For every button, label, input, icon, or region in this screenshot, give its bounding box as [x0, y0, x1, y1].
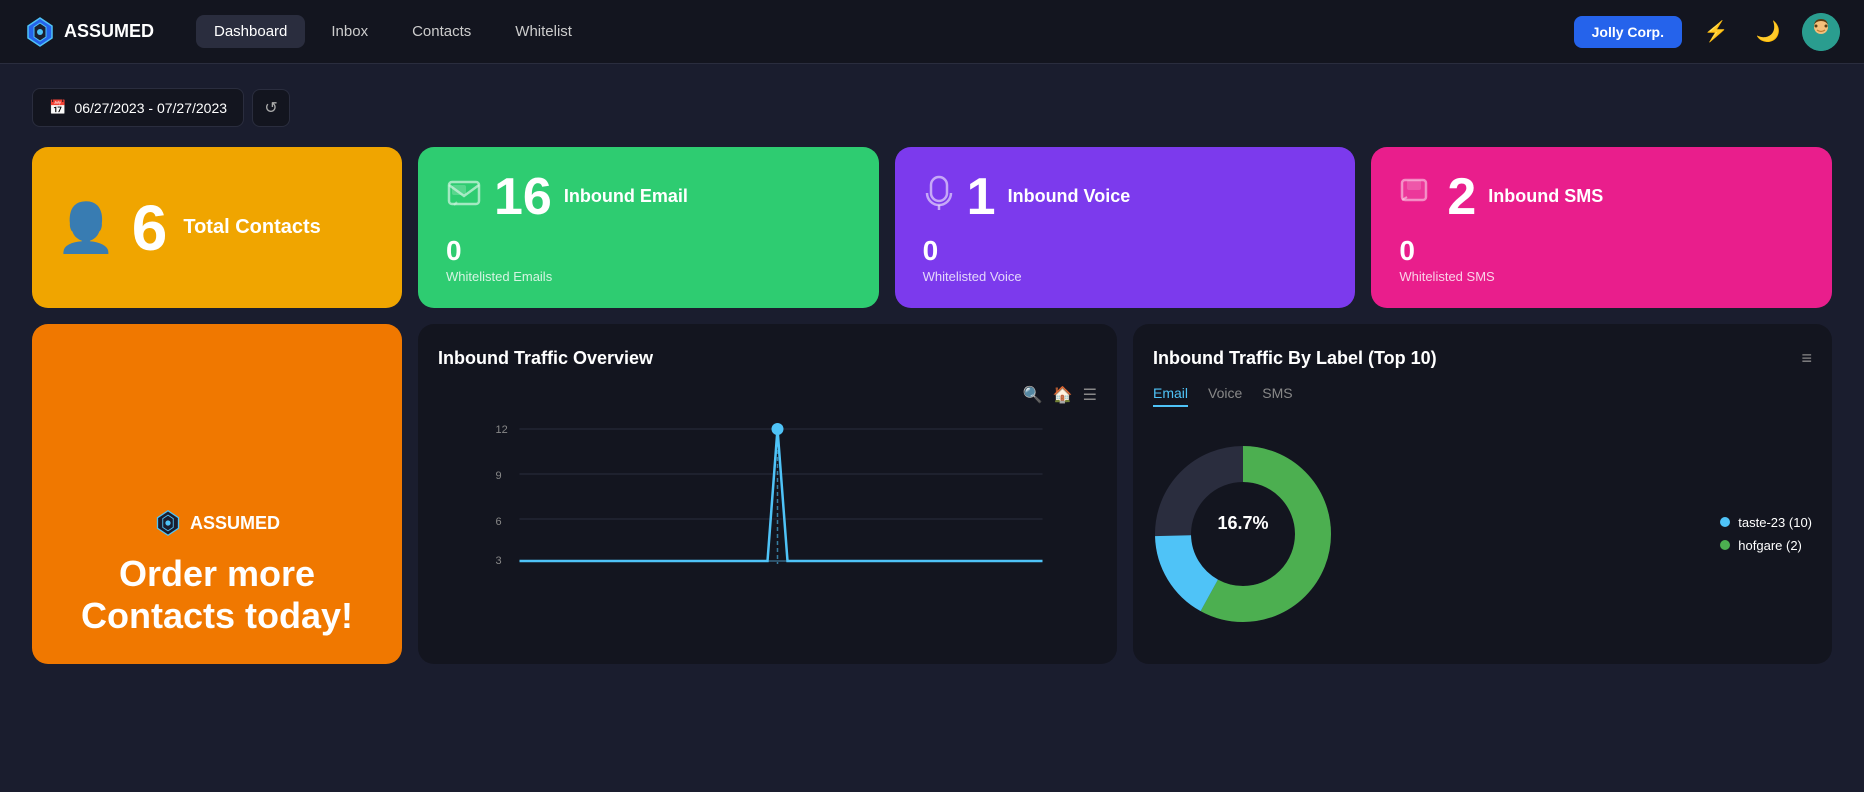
total-contacts-number: 6: [132, 196, 168, 260]
legend-item-blue: taste-23 (10): [1720, 515, 1812, 530]
calendar-icon: 📅: [49, 99, 66, 116]
date-range-value: 06/27/2023 - 07/27/2023: [74, 100, 227, 116]
nav-item-whitelist[interactable]: Whitelist: [497, 15, 590, 48]
date-range-input[interactable]: 📅 06/27/2023 - 07/27/2023: [32, 88, 244, 127]
legend-label-blue: taste-23 (10): [1738, 515, 1812, 530]
refresh-button[interactable]: ↺: [252, 89, 290, 127]
voice-icon: [923, 175, 955, 219]
legend-item-green: hofgare (2): [1720, 538, 1812, 553]
sms-number: 2: [1447, 171, 1476, 223]
inbound-voice-card: 1 Inbound Voice 0 Whitelisted Voice: [895, 147, 1356, 308]
svg-text:9: 9: [496, 470, 502, 482]
menu-icon[interactable]: ☰: [1083, 385, 1097, 405]
tab-email[interactable]: Email: [1153, 385, 1188, 407]
inbound-email-card: 16 Inbound Email 0 Whitelisted Emails: [418, 147, 879, 308]
lightning-icon: ⚡: [1704, 19, 1729, 44]
corp-button[interactable]: Jolly Corp.: [1574, 16, 1682, 48]
traffic-by-label-card: Inbound Traffic By Label (Top 10) ≡ Emai…: [1133, 324, 1832, 664]
legend-dot-blue: [1720, 517, 1730, 527]
bottom-cards-row: ASSUMED Order more Contacts today! Inbou…: [32, 324, 1832, 664]
moon-button[interactable]: 🌙: [1750, 14, 1786, 50]
legend-dot-green: [1720, 540, 1730, 550]
line-chart-svg: 12 9 6 3: [438, 409, 1097, 589]
voice-label: Inbound Voice: [1008, 186, 1131, 208]
svg-text:12: 12: [496, 424, 508, 436]
line-chart-svg-wrap: 12 9 6 3: [438, 409, 1097, 640]
moon-icon: 🌙: [1756, 19, 1781, 44]
tab-voice[interactable]: Voice: [1208, 385, 1242, 407]
promo-logo: ASSUMED: [154, 509, 280, 537]
avatar[interactable]: [1802, 13, 1840, 51]
top-cards-row: 👤 6 Total Contacts 16 Inbound Email: [32, 147, 1832, 308]
logo-icon: [24, 16, 56, 48]
legend-label-green: hofgare (2): [1738, 538, 1802, 553]
navbar: ASSUMED Dashboard Inbox Contacts Whiteli…: [0, 0, 1864, 64]
donut-chart: 16.7%: [1153, 444, 1333, 624]
app-logo[interactable]: ASSUMED: [24, 16, 164, 48]
chart-tabs: Email Voice SMS: [1153, 385, 1812, 407]
promo-card: ASSUMED Order more Contacts today!: [32, 324, 402, 664]
main-content: 📅 06/27/2023 - 07/27/2023 ↺ 👤 6 Total Co…: [0, 64, 1864, 688]
avatar-image: [1802, 13, 1840, 51]
lightning-button[interactable]: ⚡: [1698, 14, 1734, 50]
promo-logo-icon: [154, 509, 182, 537]
svg-text:6: 6: [496, 516, 502, 528]
email-sub-number: 0: [446, 235, 851, 267]
traffic-by-label-title: Inbound Traffic By Label (Top 10): [1153, 348, 1437, 369]
nav-right: Jolly Corp. ⚡ 🌙: [1574, 13, 1840, 51]
promo-text: Order more Contacts today!: [56, 553, 378, 636]
email-label: Inbound Email: [564, 186, 688, 208]
tab-sms[interactable]: SMS: [1262, 385, 1292, 407]
zoom-icon[interactable]: 🔍: [1023, 385, 1043, 405]
nav-links: Dashboard Inbox Contacts Whitelist: [196, 15, 1542, 48]
traffic-overview-title: Inbound Traffic Overview: [438, 348, 1097, 369]
voice-sub-label: Whitelisted Voice: [923, 269, 1328, 284]
sms-icon: [1399, 175, 1435, 219]
donut-area: 16.7% taste-23 (10) hofgare (2): [1153, 419, 1812, 640]
inbound-sms-card: 2 Inbound SMS 0 Whitelisted SMS: [1371, 147, 1832, 308]
svg-text:3: 3: [496, 555, 502, 567]
nav-item-inbox[interactable]: Inbox: [313, 15, 386, 48]
nav-item-contacts[interactable]: Contacts: [394, 15, 489, 48]
chart-toolbar: 🔍 🏠 ☰: [438, 385, 1097, 405]
contacts-icon: 👤: [56, 199, 116, 256]
date-row: 📅 06/27/2023 - 07/27/2023 ↺: [32, 88, 1832, 127]
total-contacts-label: Total Contacts: [183, 216, 320, 239]
line-chart-area: 🔍 🏠 ☰ 12 9 6 3: [438, 385, 1097, 640]
home-icon[interactable]: 🏠: [1053, 385, 1073, 405]
total-contacts-card: 👤 6 Total Contacts: [32, 147, 402, 308]
email-sub-label: Whitelisted Emails: [446, 269, 851, 284]
donut-legend: taste-23 (10) hofgare (2): [1720, 515, 1812, 553]
email-icon: [446, 175, 482, 219]
sms-sub-number: 0: [1399, 235, 1804, 267]
sms-sub-label: Whitelisted SMS: [1399, 269, 1804, 284]
app-name: ASSUMED: [64, 21, 154, 42]
nav-item-dashboard[interactable]: Dashboard: [196, 15, 305, 48]
sms-label: Inbound SMS: [1488, 186, 1603, 208]
traffic-overview-card: Inbound Traffic Overview 🔍 🏠 ☰ 12 9 6 3: [418, 324, 1117, 664]
voice-number: 1: [967, 171, 996, 223]
svg-text:16.7%: 16.7%: [1217, 513, 1268, 533]
email-number: 16: [494, 171, 552, 223]
refresh-icon: ↺: [264, 98, 277, 118]
promo-logo-text: ASSUMED: [190, 513, 280, 534]
traffic-menu-icon[interactable]: ≡: [1801, 348, 1812, 369]
voice-sub-number: 0: [923, 235, 1328, 267]
